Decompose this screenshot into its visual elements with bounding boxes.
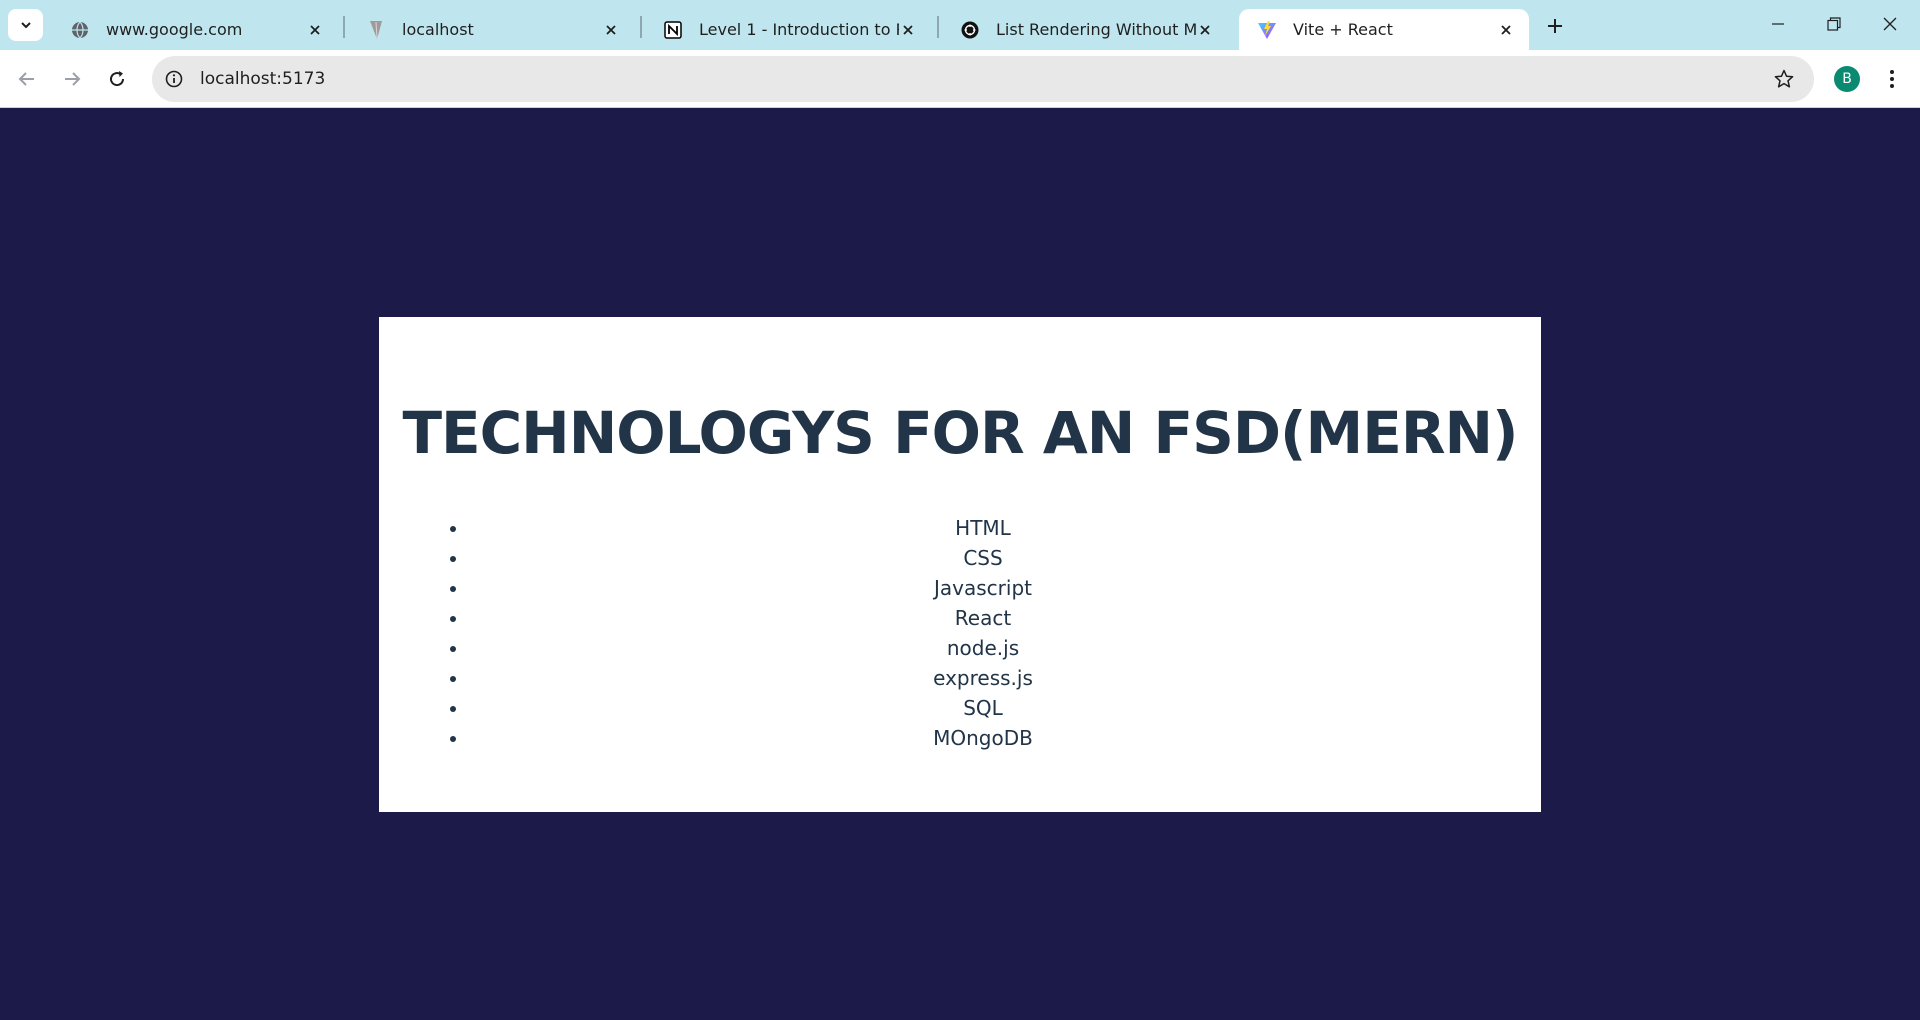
close-tab-icon[interactable] bbox=[1497, 21, 1515, 39]
browser-toolbar: B bbox=[0, 50, 1920, 108]
close-window-button[interactable] bbox=[1862, 0, 1918, 48]
restore-button[interactable] bbox=[1806, 0, 1862, 48]
tab-title: www.google.com bbox=[106, 20, 243, 39]
tab-vite-react[interactable]: Vite + React bbox=[1239, 9, 1529, 50]
tab-google[interactable]: www.google.com bbox=[52, 9, 338, 50]
tab-separator bbox=[937, 16, 939, 38]
back-button[interactable] bbox=[9, 61, 45, 97]
close-tab-icon[interactable] bbox=[602, 21, 620, 39]
list-item: express.js bbox=[469, 663, 1497, 693]
reload-button[interactable] bbox=[99, 61, 135, 97]
tab-react-notes[interactable]: Level 1 - Introduction to React & bbox=[645, 9, 931, 50]
globe-icon bbox=[70, 20, 90, 40]
list-item: MOngoDB bbox=[469, 723, 1497, 753]
list-item: HTML bbox=[469, 513, 1497, 543]
chevron-down-icon bbox=[20, 22, 31, 29]
tab-title: localhost bbox=[402, 20, 474, 39]
tab-separator bbox=[640, 16, 642, 38]
profile-avatar[interactable]: B bbox=[1834, 66, 1860, 92]
list-item: SQL bbox=[469, 693, 1497, 723]
tab-search-button[interactable] bbox=[8, 9, 43, 41]
url-input[interactable] bbox=[200, 69, 1700, 89]
restore-icon bbox=[1827, 17, 1841, 31]
tab-separator bbox=[343, 16, 345, 38]
minimize-icon bbox=[1772, 23, 1784, 25]
page-viewport: TECHNOLOGYS FOR AN FSD(MERN) HTML CSS Ja… bbox=[0, 108, 1920, 1020]
list-item: CSS bbox=[469, 543, 1497, 573]
tab-title: Vite + React bbox=[1293, 20, 1393, 39]
list-item: node.js bbox=[469, 633, 1497, 663]
page-heading: TECHNOLOGYS FOR AN FSD(MERN) bbox=[402, 399, 1518, 467]
plus-icon bbox=[1548, 19, 1562, 33]
address-bar[interactable] bbox=[152, 56, 1814, 102]
list-item: Javascript bbox=[469, 573, 1497, 603]
close-tab-icon[interactable] bbox=[306, 21, 324, 39]
reload-icon bbox=[110, 71, 125, 87]
tab-title: List Rendering Without Map bbox=[996, 20, 1196, 39]
content-card: TECHNOLOGYS FOR AN FSD(MERN) HTML CSS Ja… bbox=[379, 317, 1541, 812]
browser-menu-button[interactable] bbox=[1880, 64, 1904, 94]
minimize-button[interactable] bbox=[1750, 0, 1806, 48]
feather-icon bbox=[366, 20, 386, 40]
tab-localhost[interactable]: localhost bbox=[348, 9, 634, 50]
tab-strip: www.google.com localhost Level 1 - Intro… bbox=[0, 0, 1920, 50]
arrow-left-icon bbox=[18, 72, 34, 86]
technology-list: HTML CSS Javascript React node.js expres… bbox=[447, 513, 1497, 753]
close-icon bbox=[1883, 17, 1897, 31]
list-item: React bbox=[469, 603, 1497, 633]
tab-title: Level 1 - Introduction to React & bbox=[699, 20, 899, 39]
close-tab-icon[interactable] bbox=[1196, 21, 1214, 39]
arrow-right-icon bbox=[65, 72, 81, 86]
tab-list-rendering[interactable]: List Rendering Without Map bbox=[942, 9, 1228, 50]
bookmark-star-icon[interactable] bbox=[1772, 67, 1796, 91]
kebab-menu-icon bbox=[1890, 70, 1894, 88]
openai-icon bbox=[960, 20, 980, 40]
vite-icon bbox=[1257, 20, 1277, 40]
close-tab-icon[interactable] bbox=[899, 21, 917, 39]
notion-icon bbox=[663, 20, 683, 40]
site-info-icon[interactable] bbox=[160, 65, 188, 93]
new-tab-button[interactable] bbox=[1540, 12, 1570, 40]
forward-button[interactable] bbox=[54, 61, 90, 97]
